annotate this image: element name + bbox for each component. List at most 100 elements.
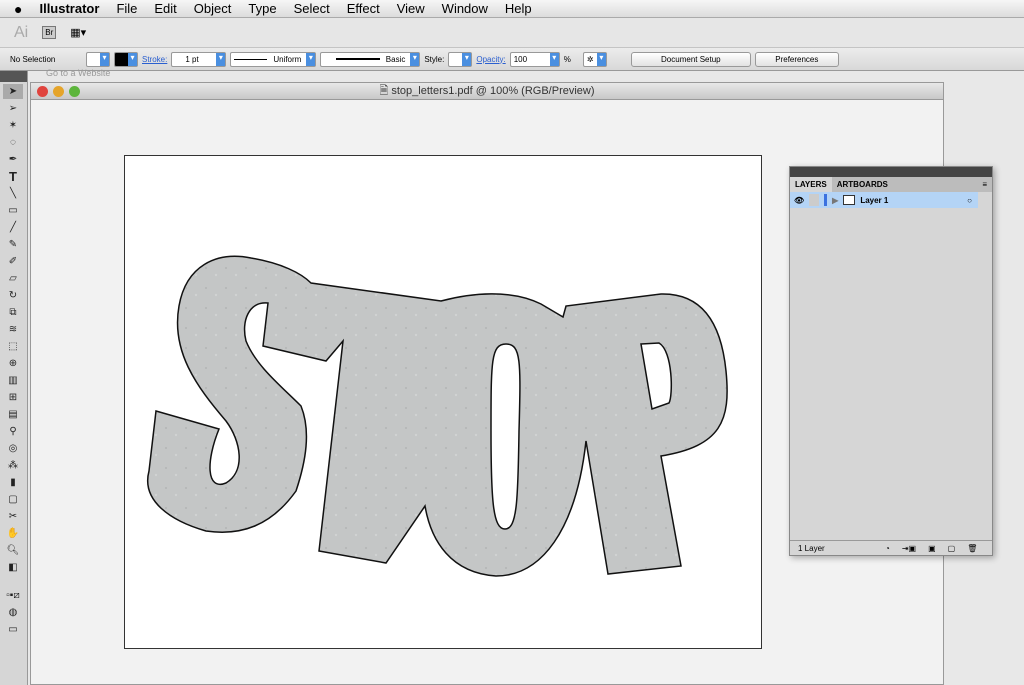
rectangle-tool-icon[interactable]: ▭ (3, 203, 23, 218)
arrange-documents-button[interactable]: ▦▾ (70, 26, 86, 39)
new-layer-icon[interactable]: ▢ (948, 544, 956, 553)
zoom-button[interactable] (69, 86, 80, 97)
layer-name[interactable]: Layer 1 (860, 196, 888, 205)
blob-brush-tool-icon[interactable]: ✐ (3, 254, 23, 269)
tab-artboards[interactable]: ARTBOARDS (832, 177, 893, 192)
menu-select[interactable]: Select (294, 1, 330, 16)
menu-bar: ● Illustrator File Edit Object Type Sele… (0, 0, 1024, 18)
minimize-button[interactable] (53, 86, 64, 97)
color-mode-icon[interactable]: ▫▪⧄ (3, 588, 23, 603)
free-transform-tool-icon[interactable]: ⬚ (3, 339, 23, 354)
stroke-weight-value: 1 pt (185, 54, 199, 64)
type-tool-icon[interactable]: T (3, 169, 23, 184)
document-setup-button[interactable]: Document Setup (630, 51, 751, 67)
symbol-sprayer-tool-icon[interactable]: ⁂ (3, 458, 23, 473)
menu-type[interactable]: Type (248, 1, 276, 16)
layers-panel: LAYERS ARTBOARDS ≡ 👁︎ ▶ Layer 1 ○ 1 Laye… (789, 166, 993, 556)
menu-help[interactable]: Help (505, 1, 532, 16)
hand-tool-icon[interactable]: ✋ (3, 526, 23, 541)
opacity-value: 100 (513, 54, 528, 64)
stop-artwork[interactable] (125, 156, 763, 650)
fill-swatch[interactable] (86, 51, 110, 67)
preferences-button[interactable]: Preferences (754, 51, 839, 67)
lock-toggle[interactable] (809, 194, 820, 206)
tools-panel: ➤ ➢ ✶ ◌ ✒ T ╲ ▭ ╱ ✎ ✐ ▱ ↻ ⧉ ≋ ⬚ ⊕ ▥ ⊞ ▤ … (0, 71, 28, 685)
ai-logo: Ai (14, 23, 29, 41)
control-panel: No Selection Stroke: 1 pt Uniform Basic … (0, 48, 1024, 71)
menu-effect[interactable]: Effect (347, 1, 380, 16)
brush-definition[interactable]: Basic (320, 51, 421, 67)
fill-stroke-icon[interactable]: ◧ (3, 560, 23, 586)
lasso-tool-icon[interactable]: ◌ (3, 135, 23, 150)
drawing-mode-icon[interactable]: ◍ (3, 605, 23, 620)
application-bar: Ai Br ▦▾ (0, 18, 1024, 48)
blend-tool-icon[interactable]: ◎ (3, 441, 23, 456)
expand-triangle-icon[interactable]: ▶ (832, 196, 838, 205)
screen-mode-icon[interactable]: ▭ (3, 622, 23, 637)
layer-count: 1 Layer (798, 543, 825, 553)
make-clipping-mask-icon[interactable]: ⇥▣ (902, 544, 916, 553)
pen-tool-icon[interactable]: ✒ (3, 152, 23, 167)
document-icon: 🗎 (379, 85, 392, 97)
direct-selection-tool-icon[interactable]: ➢ (3, 101, 23, 116)
document-title: stop_letters1.pdf @ 100% (RGB/Preview) (391, 85, 595, 97)
opacity-label[interactable]: Opacity: (476, 55, 505, 64)
menu-file[interactable]: File (116, 1, 137, 16)
create-sublayer-icon[interactable]: ▣ (928, 544, 936, 553)
mesh-tool-icon[interactable]: ⊞ (3, 390, 23, 405)
tab-layers[interactable]: LAYERS (790, 177, 832, 192)
layer-color-indicator (824, 194, 828, 206)
selection-status: No Selection (10, 54, 56, 64)
menu-object[interactable]: Object (194, 1, 232, 16)
rotate-tool-icon[interactable]: ↻ (3, 288, 23, 303)
visibility-eye-icon[interactable]: 👁︎ (794, 196, 804, 205)
magic-wand-tool-icon[interactable]: ✶ (3, 118, 23, 133)
stroke-swatch[interactable] (114, 51, 138, 67)
apple-icon[interactable]: ● (14, 1, 22, 17)
menu-app[interactable]: Illustrator (39, 1, 99, 16)
brush-value: Basic (385, 54, 406, 64)
menu-view[interactable]: View (397, 1, 425, 16)
zoom-tool-icon[interactable]: 🔍︎ (3, 543, 23, 558)
panel-menu-icon[interactable]: ≡ (977, 177, 992, 192)
variable-width-profile[interactable]: Uniform (230, 51, 317, 67)
menu-window[interactable]: Window (442, 1, 488, 16)
recolor-artwork-button[interactable]: ✲ (582, 51, 607, 67)
target-circle-icon[interactable]: ○ (967, 196, 972, 205)
line-tool-icon[interactable]: ╲ (3, 186, 23, 201)
perspective-grid-tool-icon[interactable]: ▥ (3, 373, 23, 388)
style-label: Style: (424, 54, 445, 64)
layers-footer: 1 Layer ◔ ⇥▣ ▣ ▢ 🗑︎ (790, 540, 992, 555)
layer-thumbnail (843, 195, 856, 205)
stop-letters-shape[interactable] (146, 255, 728, 577)
gradient-tool-icon[interactable]: ▤ (3, 407, 23, 422)
selection-tool-icon[interactable]: ➤ (3, 84, 23, 99)
scale-tool-icon[interactable]: ⧉ (3, 305, 23, 320)
slice-tool-icon[interactable]: ✂ (3, 509, 23, 524)
warp-tool-icon[interactable]: ≋ (3, 322, 23, 337)
graphic-style-picker[interactable] (448, 51, 473, 67)
delete-layer-icon[interactable]: 🗑︎ (967, 544, 977, 553)
pencil-tool-icon[interactable]: ✎ (3, 237, 23, 252)
layers-panel-header[interactable] (790, 167, 992, 177)
opacity-input[interactable]: 100 (509, 51, 560, 67)
eraser-tool-icon[interactable]: ▱ (3, 271, 23, 286)
close-button[interactable] (37, 86, 48, 97)
profile-line (234, 58, 268, 60)
shape-builder-tool-icon[interactable]: ⊕ (3, 356, 23, 371)
paintbrush-tool-icon[interactable]: ╱ (3, 220, 23, 235)
menu-edit[interactable]: Edit (154, 1, 176, 16)
locate-object-icon[interactable]: ◔ (885, 544, 890, 553)
percent-sign: % (563, 54, 571, 64)
layer-row[interactable]: 👁︎ ▶ Layer 1 ○ (790, 192, 978, 208)
bridge-button[interactable]: Br (42, 26, 57, 39)
brush-line (335, 58, 380, 60)
eyedropper-tool-icon[interactable]: ⚲ (3, 424, 23, 439)
artboard[interactable] (124, 155, 762, 649)
stroke-label[interactable]: Stroke: (142, 55, 167, 64)
profile-value: Uniform (273, 54, 302, 64)
column-graph-tool-icon[interactable]: ▮ (3, 475, 23, 490)
tools-panel-header[interactable] (0, 71, 27, 82)
stroke-weight-input[interactable]: 1 pt (171, 51, 227, 67)
artboard-tool-icon[interactable]: ▢ (3, 492, 23, 507)
